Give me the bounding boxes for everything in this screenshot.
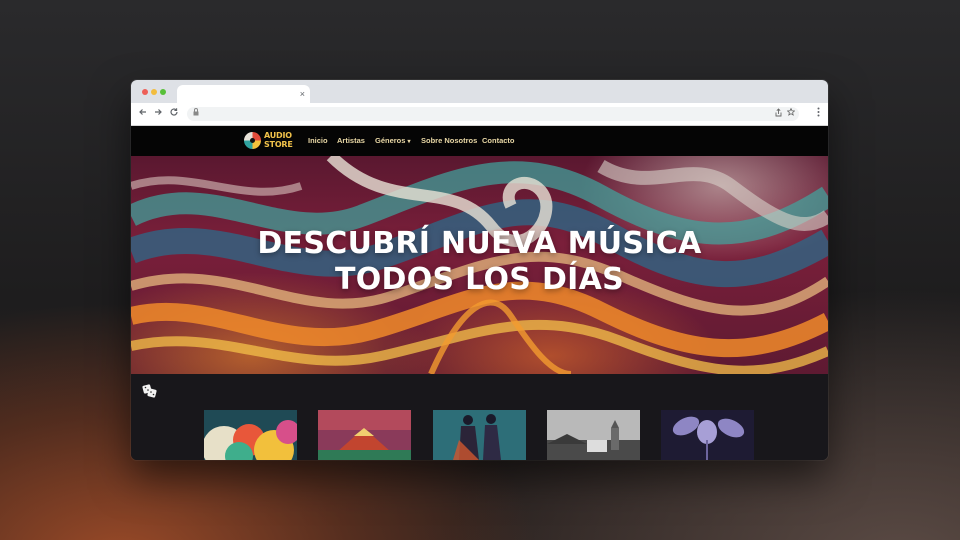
logo-line-2: STORE — [264, 139, 293, 149]
album-card-purple-leaves[interactable] — [661, 410, 754, 460]
bookmark-star-icon[interactable] — [786, 107, 796, 121]
album-card-dancing-couple[interactable] — [433, 410, 526, 460]
tab-close-icon[interactable]: × — [300, 88, 305, 100]
nav-link-sobre-nosotros[interactable]: Sobre Nosotros — [421, 136, 477, 146]
album-cover-image — [547, 410, 640, 460]
nav-link-inicio[interactable]: Inicio — [308, 136, 328, 146]
browser-window: × AUDIO STORE Inicio Artistas Géneros ▾ … — [131, 80, 828, 460]
maximize-window-button[interactable] — [160, 89, 166, 95]
hero-title-line-2: TODOS LOS DÍAS — [334, 262, 625, 297]
browser-tab[interactable]: × — [177, 85, 310, 103]
album-cover-image — [204, 410, 297, 460]
album-cover-image — [318, 410, 411, 460]
browser-toolbar — [131, 103, 828, 126]
address-bar[interactable] — [187, 107, 799, 121]
browser-menu-icon[interactable] — [817, 107, 820, 121]
share-icon[interactable] — [775, 108, 782, 122]
hero-title: DESCUBRÍ NUEVA MÚSICA TODOS LOS DÍAS — [131, 226, 828, 298]
chevron-down-icon: ▾ — [407, 139, 411, 145]
vinyl-disc-icon — [244, 132, 261, 149]
hero-title-line-1: DESCUBRÍ NUEVA MÚSICA — [257, 226, 702, 261]
hero-banner: DESCUBRÍ NUEVA MÚSICA TODOS LOS DÍAS — [131, 156, 828, 374]
dice-icon[interactable] — [142, 383, 158, 399]
album-card-village-church[interactable] — [547, 410, 640, 460]
site-info-icon[interactable] — [193, 108, 199, 121]
minimize-window-button[interactable] — [151, 89, 157, 95]
album-card-colorful-clouds[interactable] — [204, 410, 297, 460]
album-cover-image — [433, 410, 526, 460]
audio-store-logo[interactable]: AUDIO STORE — [244, 131, 294, 151]
nav-dropdown-generos[interactable]: Géneros ▾ — [375, 136, 411, 147]
site-navbar: AUDIO STORE Inicio Artistas Géneros ▾ So… — [131, 126, 828, 156]
close-window-button[interactable] — [142, 89, 148, 95]
album-cover-image — [661, 410, 754, 460]
arrow-right-icon[interactable] — [152, 107, 164, 121]
arrow-left-icon[interactable] — [137, 107, 149, 121]
web-page: AUDIO STORE Inicio Artistas Géneros ▾ So… — [131, 126, 828, 460]
tab-strip: × — [131, 80, 828, 103]
album-card-volcano[interactable] — [318, 410, 411, 460]
nav-link-contacto[interactable]: Contacto — [482, 136, 515, 146]
nav-link-generos: Géneros — [375, 136, 406, 145]
reload-icon[interactable] — [168, 107, 180, 121]
nav-link-artistas[interactable]: Artistas — [337, 136, 365, 146]
